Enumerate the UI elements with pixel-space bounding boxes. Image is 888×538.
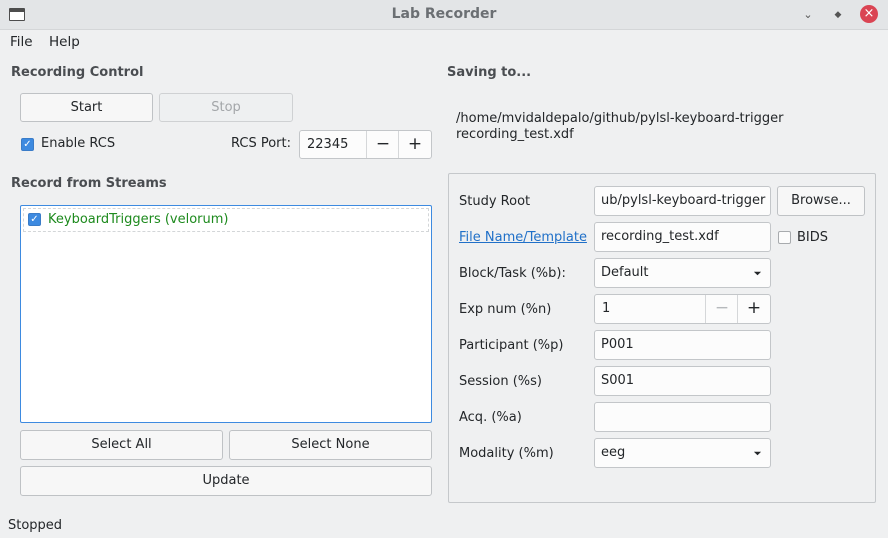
stream-checkbox[interactable]: ✓ xyxy=(28,213,41,226)
saving-title: Saving to... xyxy=(447,65,532,80)
bids-label: BIDS xyxy=(797,230,829,245)
menu-bar xyxy=(0,30,888,54)
exp-num-decrement-button[interactable]: − xyxy=(705,295,738,323)
block-task-label: Block/Task (%b): xyxy=(459,266,566,281)
rcs-port-value[interactable]: 22345 xyxy=(307,131,348,158)
exp-num-increment-button[interactable]: + xyxy=(737,295,770,323)
rcs-port-decrement-button[interactable]: − xyxy=(366,131,399,158)
maximize-icon[interactable]: ◆ xyxy=(830,7,846,23)
list-item[interactable]: ✓ KeyboardTriggers (velorum) xyxy=(23,208,429,232)
browse-button[interactable]: Browse... xyxy=(777,186,865,216)
session-label: Session (%s) xyxy=(459,374,543,389)
select-none-button[interactable]: Select None xyxy=(229,430,432,460)
status-text: Stopped xyxy=(8,518,63,533)
stop-button[interactable]: Stop xyxy=(159,93,293,122)
modality-label: Modality (%m) xyxy=(459,446,554,461)
chevron-down-icon xyxy=(753,271,762,276)
close-icon[interactable]: × xyxy=(860,5,878,23)
modality-select[interactable]: eeg xyxy=(594,438,771,468)
save-path-line1: /home/mvidaldepalo/github/pylsl-keyboard… xyxy=(456,111,784,126)
chevron-down-icon xyxy=(753,451,762,456)
save-path-line2: recording_test.xdf xyxy=(456,127,574,142)
enable-rcs-checkbox[interactable]: ✓ xyxy=(21,138,34,151)
block-task-value: Default xyxy=(601,265,649,280)
acq-label: Acq. (%a) xyxy=(459,410,522,425)
block-task-select[interactable]: Default xyxy=(594,258,771,288)
file-name-input[interactable]: recording_test.xdf xyxy=(594,222,771,252)
streams-title: Record from Streams xyxy=(11,176,167,191)
menu-file[interactable]: File xyxy=(10,34,33,50)
rcs-port-spinbox[interactable]: 22345 − + xyxy=(299,130,432,159)
window-title: Lab Recorder xyxy=(391,6,497,22)
menu-help[interactable]: Help xyxy=(49,34,80,50)
file-name-template-link[interactable]: File Name/Template xyxy=(459,230,587,245)
enable-rcs-label: Enable RCS xyxy=(41,136,116,151)
study-root-label: Study Root xyxy=(459,194,531,209)
start-button[interactable]: Start xyxy=(20,93,153,122)
study-root-input[interactable]: ub/pylsl-keyboard-trigger xyxy=(594,186,771,216)
participant-input[interactable]: P001 xyxy=(594,330,771,360)
stream-label: KeyboardTriggers (velorum) xyxy=(48,212,229,227)
session-input[interactable]: S001 xyxy=(594,366,771,396)
acq-input[interactable] xyxy=(594,402,771,432)
rcs-port-increment-button[interactable]: + xyxy=(398,131,431,158)
exp-num-value[interactable]: 1 xyxy=(602,295,610,323)
modality-value: eeg xyxy=(601,445,626,460)
rcs-port-label: RCS Port: xyxy=(231,136,291,151)
minimize-icon[interactable]: ⌄ xyxy=(800,7,816,23)
participant-label: Participant (%p) xyxy=(459,338,564,353)
bids-checkbox[interactable] xyxy=(778,231,791,244)
recording-control-title: Recording Control xyxy=(11,65,144,80)
select-all-button[interactable]: Select All xyxy=(20,430,223,460)
update-button[interactable]: Update xyxy=(20,466,432,496)
streams-list[interactable]: ✓ KeyboardTriggers (velorum) xyxy=(20,205,432,423)
exp-num-label: Exp num (%n) xyxy=(459,302,552,317)
exp-num-spinbox[interactable]: 1 − + xyxy=(594,294,771,324)
